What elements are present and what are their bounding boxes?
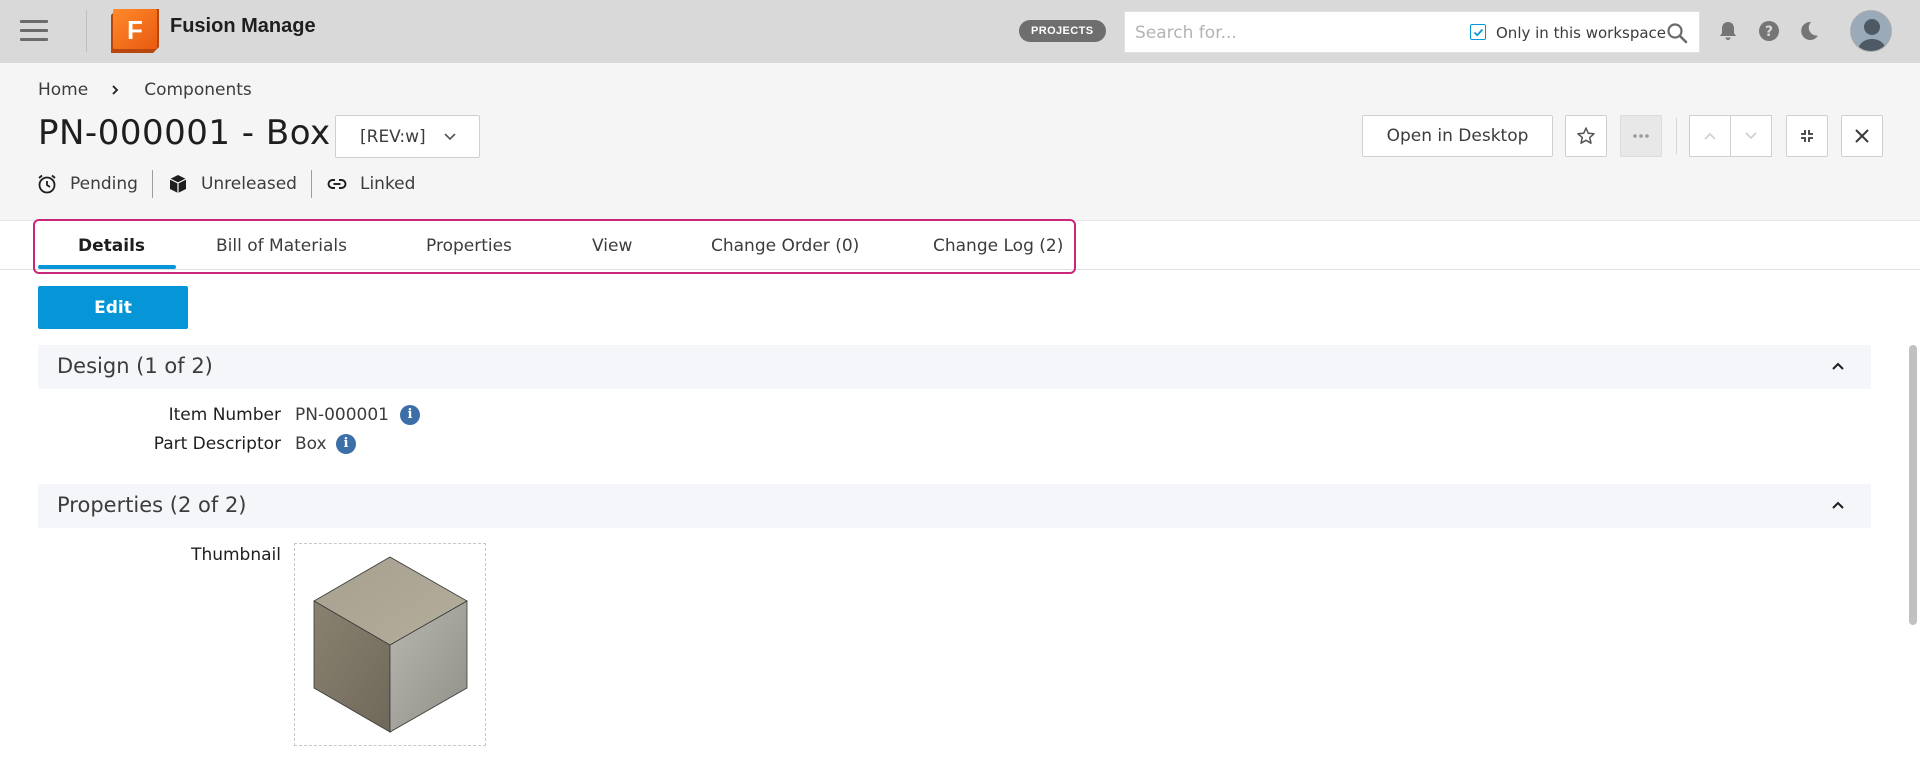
collapse-icon <box>1801 130 1813 142</box>
lifecycle-status-label: Unreleased <box>200 174 297 194</box>
chevron-up-icon <box>1704 132 1716 140</box>
top-bar: F Fusion Manage PROJECTS Only in this wo… <box>0 0 1920 63</box>
collapse-button[interactable] <box>1786 115 1828 157</box>
tab-details[interactable]: Details <box>78 236 145 256</box>
close-icon <box>1855 129 1869 143</box>
projects-badge[interactable]: PROJECTS <box>1019 20 1106 42</box>
chevron-up-icon <box>1832 362 1844 370</box>
avatar[interactable] <box>1850 10 1892 52</box>
status-row: Pending Unreleased Linked <box>36 169 415 199</box>
link-icon <box>327 179 347 189</box>
topbar-divider <box>86 10 87 52</box>
search-box: Only in this workspace <box>1124 11 1700 53</box>
lifecycle-status[interactable]: Unreleased <box>167 173 297 195</box>
close-button[interactable] <box>1841 115 1883 157</box>
svg-text:?: ? <box>1765 24 1773 40</box>
more-actions-button[interactable] <box>1620 115 1662 157</box>
menu-icon[interactable] <box>20 20 48 42</box>
tab-properties[interactable]: Properties <box>426 236 512 256</box>
workflow-status[interactable]: Pending <box>36 173 138 195</box>
status-divider <box>310 170 312 198</box>
search-input[interactable] <box>1135 21 1455 45</box>
app-title: Fusion Manage <box>170 15 316 37</box>
item-number-label: Item Number <box>168 405 281 425</box>
workflow-status-label: Pending <box>70 174 138 194</box>
item-number-value: PN-000001 <box>295 405 389 425</box>
previous-item-button[interactable] <box>1689 115 1731 157</box>
chevron-down-icon <box>444 133 456 141</box>
part-descriptor-label: Part Descriptor <box>153 434 281 454</box>
logo-letter: F <box>127 15 143 45</box>
chevron-right-icon <box>112 85 119 95</box>
workspace-only-label: Only in this workspace <box>1496 24 1667 42</box>
part-descriptor-value: Box <box>295 434 327 454</box>
page-title: PN-000001 - Box <box>38 113 331 153</box>
workspace-only-checkbox[interactable] <box>1470 24 1486 40</box>
chevron-up-icon <box>1832 501 1844 509</box>
revision-value: [REV:w] <box>360 126 426 147</box>
star-icon <box>1577 127 1595 144</box>
section-title: Properties (2 of 2) <box>57 493 247 517</box>
user-avatar-icon <box>1851 11 1891 51</box>
open-in-desktop-button[interactable]: Open in Desktop <box>1362 115 1553 157</box>
help-icon[interactable]: ? <box>1756 18 1782 44</box>
fusion-logo-icon: F <box>111 9 159 53</box>
status-divider <box>151 170 153 198</box>
item-header: Home Components PN-000001 - Box [REV:w] … <box>0 63 1920 221</box>
edit-button[interactable]: Edit <box>38 286 188 329</box>
tab-view[interactable]: View <box>592 236 632 256</box>
chevron-down-icon <box>1745 132 1757 140</box>
header-separator <box>1676 118 1677 154</box>
thumbnail-label: Thumbnail <box>191 545 281 565</box>
favorite-button[interactable] <box>1565 115 1607 157</box>
thumbnail-image[interactable] <box>294 543 486 746</box>
bell-icon[interactable] <box>1715 18 1741 44</box>
link-status-label: Linked <box>359 174 416 194</box>
moon-icon[interactable] <box>1796 18 1822 44</box>
cube-icon <box>169 175 187 193</box>
check-icon <box>1473 28 1483 36</box>
link-status[interactable]: Linked <box>326 173 415 195</box>
breadcrumb-home[interactable]: Home <box>38 80 88 100</box>
tab-change-log[interactable]: Change Log (2) <box>933 236 1063 256</box>
revision-dropdown[interactable]: [REV:w] <box>335 115 480 158</box>
next-item-button[interactable] <box>1730 115 1772 157</box>
section-properties-header[interactable]: Properties (2 of 2) <box>38 484 1871 528</box>
breadcrumb: Home Components <box>38 80 252 100</box>
breadcrumb-components[interactable]: Components <box>144 80 252 100</box>
box-thumbnail-graphic <box>313 556 468 733</box>
section-title: Design (1 of 2) <box>57 354 213 378</box>
alarm-clock-icon <box>38 174 56 194</box>
section-design-header[interactable]: Design (1 of 2) <box>38 345 1871 389</box>
tab-bill-of-materials[interactable]: Bill of Materials <box>216 236 347 256</box>
scrollbar-thumb[interactable] <box>1909 345 1917 625</box>
active-tab-indicator <box>38 265 176 269</box>
search-icon[interactable] <box>1665 21 1689 45</box>
tab-change-order[interactable]: Change Order (0) <box>711 236 859 256</box>
info-icon[interactable]: i <box>336 434 356 454</box>
info-icon[interactable]: i <box>400 405 420 425</box>
more-icon <box>1633 134 1649 138</box>
